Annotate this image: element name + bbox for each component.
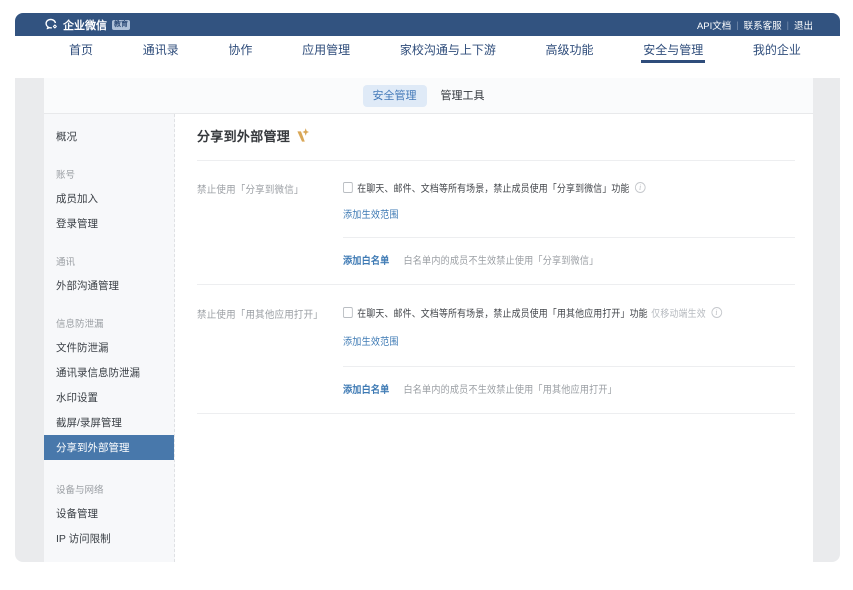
sidebar-item-member-join[interactable]: 成员加入	[44, 186, 174, 211]
divider	[197, 413, 795, 414]
nav-item-school[interactable]: 家校沟通与上下游	[400, 36, 496, 63]
section-share-to-wechat: 禁止使用「分享到微信」 在聊天、邮件、文档等所有场景，禁止成员使用「分享到微信」…	[197, 161, 795, 285]
mobile-only-note: 仅移动端生效	[651, 305, 705, 320]
nav-item-advanced[interactable]: 高级功能	[546, 36, 594, 63]
sidebar-item-contacts-dlp[interactable]: 通讯录信息防泄漏	[44, 360, 174, 385]
contact-support-link[interactable]: 联系客服	[744, 18, 782, 32]
sidebar-item-overview[interactable]: 概况	[44, 124, 174, 149]
main-panel: 分享到外部管理 禁止使用「分享到微信」	[175, 114, 813, 562]
divider	[343, 366, 795, 367]
brand-name: 企业微信	[63, 17, 107, 33]
nav-item-contacts[interactable]: 通讯录	[143, 36, 179, 63]
tab-security-management[interactable]: 安全管理	[363, 85, 427, 107]
section-open-with-other-app: 禁止使用「用其他应用打开」 在聊天、邮件、文档等所有场景，禁止成员使用「用其他应…	[197, 285, 795, 414]
sidebar-item-login-management[interactable]: 登录管理	[44, 211, 174, 236]
sidebar-item-file-dlp[interactable]: 文件防泄漏	[44, 335, 174, 360]
whitelist-description: 白名单内的成员不生效禁止使用「分享到微信」	[403, 256, 598, 267]
brand-edition-badge: 教育	[112, 20, 130, 30]
sidebar-item-screenshot[interactable]: 截屏/录屏管理	[44, 410, 174, 435]
brand[interactable]: 企业微信 教育	[44, 17, 130, 33]
add-whitelist-link[interactable]: 添加白名单	[343, 252, 389, 267]
separator: |	[736, 20, 738, 30]
add-scope-link[interactable]: 添加生效范围	[343, 333, 399, 348]
api-docs-link[interactable]: API文档	[697, 18, 731, 32]
content-card: 安全管理 管理工具 概况 账号 成员加入 登录管理 通讯 外部沟通管理 信息防泄…	[44, 78, 813, 562]
primary-nav: 首页 通讯录 协作 应用管理 家校沟通与上下游 高级功能 安全与管理 我的企业	[15, 36, 840, 63]
setting-label: 禁止使用「用其他应用打开」	[197, 305, 336, 348]
nav-item-apps[interactable]: 应用管理	[302, 36, 350, 63]
sidebar-item-watermark[interactable]: 水印设置	[44, 385, 174, 410]
sidebar-item-external-communication[interactable]: 外部沟通管理	[44, 273, 174, 298]
tab-management-tools[interactable]: 管理工具	[431, 85, 495, 107]
sidebar: 概况 账号 成员加入 登录管理 通讯 外部沟通管理 信息防泄漏 文件防泄漏 通讯…	[44, 114, 175, 562]
nav-item-security[interactable]: 安全与管理	[643, 36, 703, 63]
tab-row: 安全管理 管理工具	[44, 78, 813, 114]
info-circle-icon[interactable]: i	[711, 307, 722, 318]
separator: |	[787, 20, 789, 30]
wecom-logo-icon	[44, 17, 59, 32]
sidebar-item-external-share[interactable]: 分享到外部管理	[44, 435, 174, 460]
whitelist-description: 白名单内的成员不生效禁止使用「用其他应用打开」	[403, 385, 616, 396]
sidebar-group-device-network: 设备与网络	[44, 476, 174, 501]
forbid-open-other-app-checkbox[interactable]	[343, 307, 353, 318]
page-title: 分享到外部管理	[197, 126, 290, 145]
vip-gold-icon	[297, 128, 309, 143]
add-whitelist-link[interactable]: 添加白名单	[343, 381, 389, 396]
sidebar-item-ip-restriction[interactable]: IP 访问限制	[44, 526, 174, 551]
sidebar-item-device-management[interactable]: 设备管理	[44, 501, 174, 526]
sidebar-group-communication: 通讯	[44, 248, 174, 273]
add-scope-link[interactable]: 添加生效范围	[343, 206, 399, 221]
checkbox-label: 在聊天、邮件、文档等所有场景，禁止成员使用「分享到微信」功能	[357, 180, 629, 195]
content-backdrop: 安全管理 管理工具 概况 账号 成员加入 登录管理 通讯 外部沟通管理 信息防泄…	[15, 78, 840, 562]
nav-item-collaboration[interactable]: 协作	[228, 36, 252, 63]
forbid-share-checkbox[interactable]	[343, 182, 353, 193]
setting-label: 禁止使用「分享到微信」	[197, 180, 336, 221]
nav-item-my-company[interactable]: 我的企业	[753, 36, 801, 63]
admin-console-window: 企业微信 教育 API文档 | 联系客服 | 退出 首页 通讯录 协作 应用管理…	[15, 13, 840, 562]
sidebar-group-account: 账号	[44, 161, 174, 186]
info-circle-icon[interactable]: i	[635, 182, 646, 193]
logout-link[interactable]: 退出	[794, 18, 813, 32]
topbar: 企业微信 教育 API文档 | 联系客服 | 退出	[15, 13, 840, 36]
nav-item-home[interactable]: 首页	[69, 36, 93, 63]
checkbox-label: 在聊天、邮件、文档等所有场景，禁止成员使用「用其他应用打开」功能	[357, 305, 648, 320]
divider	[343, 237, 795, 238]
sidebar-group-dlp: 信息防泄漏	[44, 310, 174, 335]
